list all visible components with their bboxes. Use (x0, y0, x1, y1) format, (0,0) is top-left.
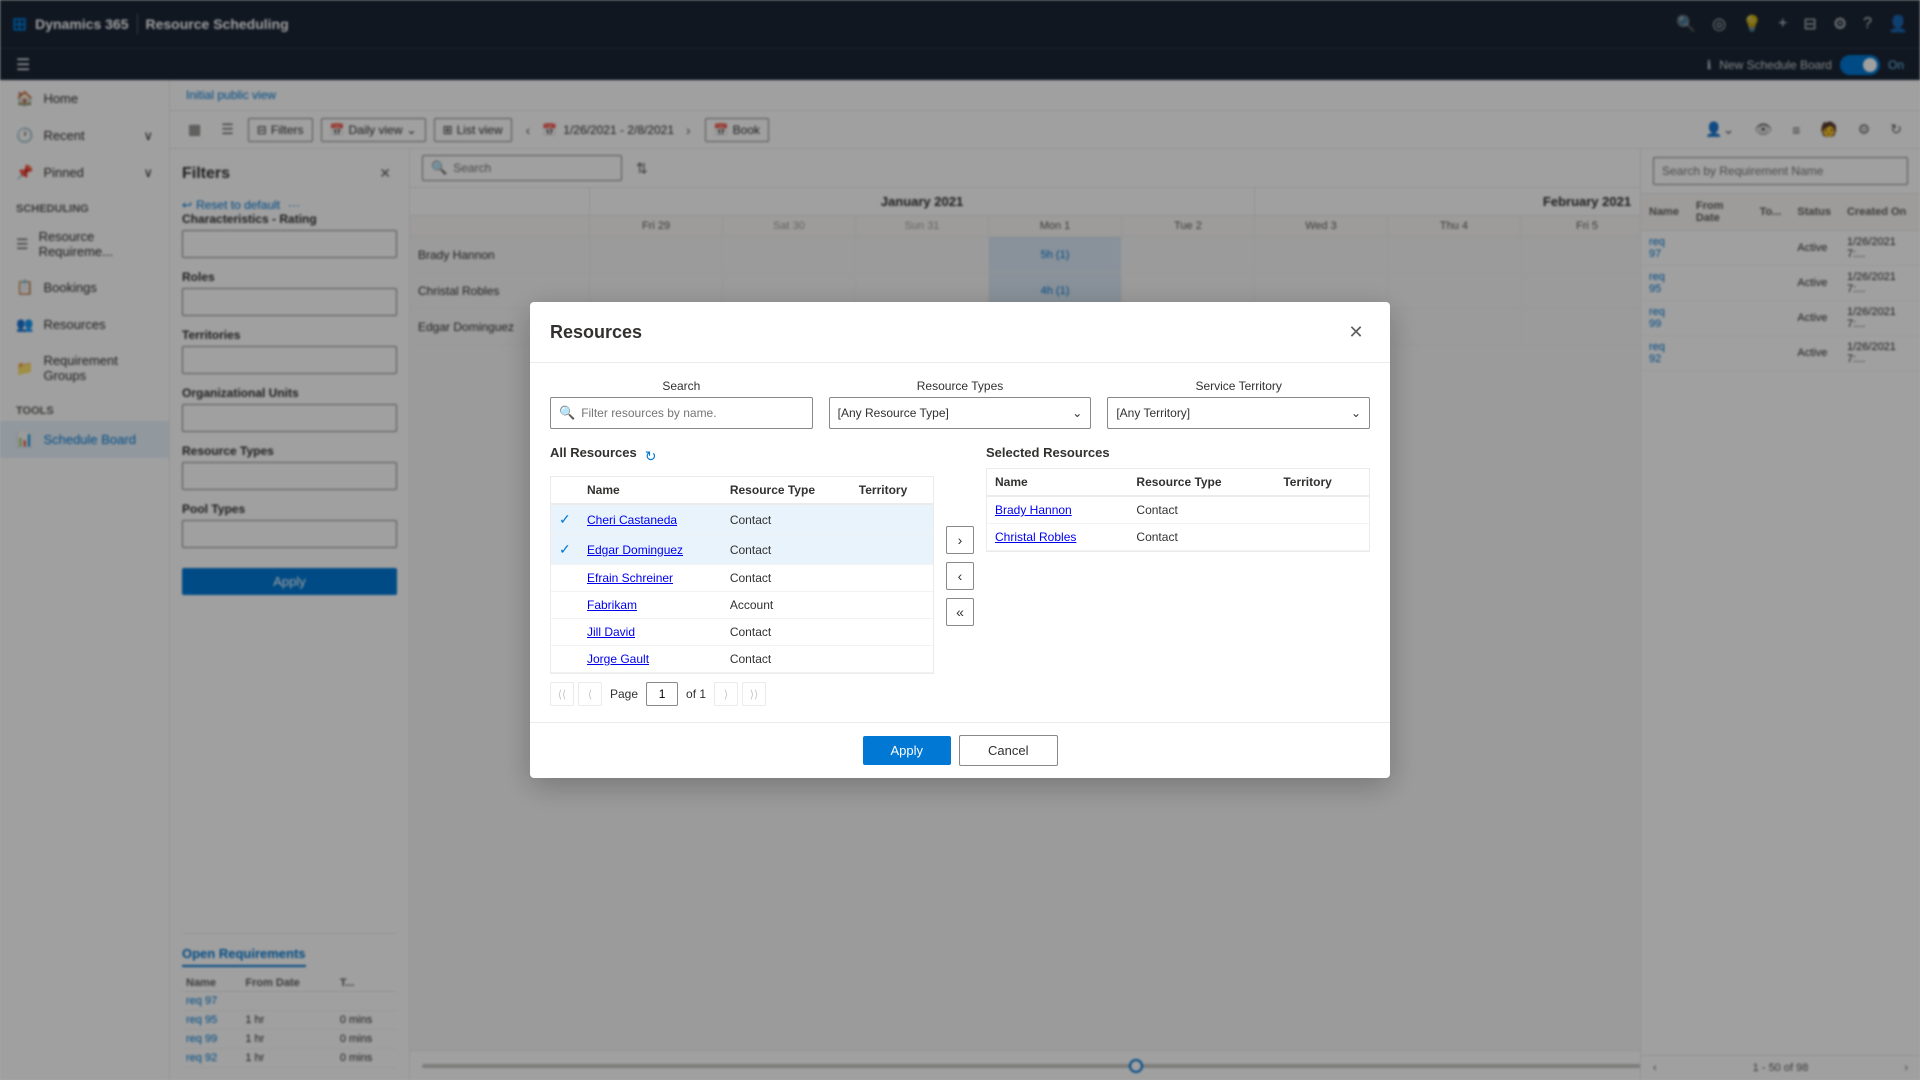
resource-type-cell: Contact (722, 646, 851, 673)
resource-territory-cell (851, 535, 933, 565)
resource-type-cell: Contact (722, 504, 851, 535)
resource-type-cell: Contact (722, 619, 851, 646)
row-check (551, 592, 579, 619)
prev-page-button[interactable]: ⟨ (578, 682, 602, 706)
sel-col-territory: Territory (1275, 469, 1369, 496)
all-resources-table: Name Resource Type Territory ✓ Cheri Cas… (551, 477, 933, 673)
row-check (551, 646, 579, 673)
page-label: Page (610, 687, 638, 701)
selected-resources-table: Name Resource Type Territory Brady Hanno… (987, 469, 1369, 551)
sel-resource-territory-cell (1275, 524, 1369, 551)
resource-types-label: Resource Types (829, 379, 1092, 393)
col-name: Name (579, 477, 722, 504)
resource-name-cell: Efrain Schreiner (579, 565, 722, 592)
selected-resources-table-scroll[interactable]: Name Resource Type Territory Brady Hanno… (986, 468, 1370, 552)
list-item[interactable]: ✓ Cheri Castaneda Contact (551, 504, 933, 535)
list-item[interactable]: ✓ Edgar Dominguez Contact (551, 535, 933, 565)
all-resources-section: All Resources ↻ Name Resource Type Terri… (550, 445, 934, 706)
checkmark-icon: ✓ (559, 511, 571, 527)
resource-type-select[interactable]: [Any Resource Type] ⌄ (829, 397, 1092, 429)
row-check: ✓ (551, 504, 579, 535)
resource-type-filter-group: Resource Types [Any Resource Type] ⌄ (829, 379, 1092, 429)
refresh-icon[interactable]: ↻ (645, 448, 657, 465)
last-page-button[interactable]: ⟩⟩ (742, 682, 766, 706)
modal-body: Search 🔍 Resource Types [Any Resource Ty… (530, 363, 1390, 722)
search-filter-input-wrapper: 🔍 (550, 397, 813, 429)
resource-name-cell: Jorge Gault (579, 646, 722, 673)
move-right-button[interactable]: › (946, 526, 974, 554)
resource-territory-cell (851, 646, 933, 673)
sel-col-name: Name (987, 469, 1128, 496)
row-check (551, 565, 579, 592)
resource-name-cell: Fabrikam (579, 592, 722, 619)
modal-close-button[interactable]: ✕ (1342, 318, 1370, 346)
row-check: ✓ (551, 535, 579, 565)
service-territory-select[interactable]: [Any Territory] ⌄ (1107, 397, 1370, 429)
resource-name-cell: Edgar Dominguez (579, 535, 722, 565)
all-resources-title: All Resources (550, 445, 637, 460)
apply-button[interactable]: Apply (863, 736, 952, 765)
all-resources-table-scroll[interactable]: Name Resource Type Territory ✓ Cheri Cas… (550, 476, 934, 674)
modal-header: Resources ✕ (530, 302, 1390, 363)
resource-type-cell: Contact (722, 535, 851, 565)
resource-territory-cell (851, 504, 933, 535)
checkmark-icon: ✓ (559, 541, 571, 557)
cancel-button[interactable]: Cancel (959, 735, 1057, 766)
chevron-down-icon-2: ⌄ (1351, 406, 1361, 420)
sel-resource-type-cell: Contact (1128, 524, 1275, 551)
resource-name-cell: Jill David (579, 619, 722, 646)
resource-territory-cell (851, 565, 933, 592)
resource-territory-cell (851, 619, 933, 646)
search-icon: 🔍 (559, 405, 575, 421)
modal-title: Resources (550, 322, 642, 343)
service-territory-label: Service Territory (1107, 379, 1370, 393)
service-territory-filter-group: Service Territory [Any Territory] ⌄ (1107, 379, 1370, 429)
resource-type-cell: Account (722, 592, 851, 619)
list-item[interactable]: Brady Hannon Contact (987, 496, 1369, 524)
modal-filter-row: Search 🔍 Resource Types [Any Resource Ty… (550, 379, 1370, 429)
list-item[interactable]: Fabrikam Account (551, 592, 933, 619)
selected-resources-section: Selected Resources Name Resource Type Te… (986, 445, 1370, 706)
resource-type-cell: Contact (722, 565, 851, 592)
modal-footer: Apply Cancel (530, 722, 1390, 778)
resources-split-area: All Resources ↻ Name Resource Type Terri… (550, 445, 1370, 706)
resource-search-input[interactable] (581, 406, 803, 420)
move-left-button[interactable]: ‹ (946, 562, 974, 590)
col-resource-type: Resource Type (722, 477, 851, 504)
transfer-controls: › ‹ « (934, 445, 986, 706)
service-territory-value: [Any Territory] (1116, 406, 1190, 420)
chevron-down-icon: ⌄ (1072, 406, 1082, 420)
first-page-button[interactable]: ⟨⟨ (550, 682, 574, 706)
search-filter-group: Search 🔍 (550, 379, 813, 429)
selected-resources-title: Selected Resources (986, 445, 1370, 460)
next-page-button[interactable]: ⟩ (714, 682, 738, 706)
list-item[interactable]: Jorge Gault Contact (551, 646, 933, 673)
resource-territory-cell (851, 592, 933, 619)
table-pagination: ⟨⟨ ⟨ Page of 1 ⟩ ⟩⟩ (550, 682, 934, 706)
page-number-input[interactable] (646, 682, 678, 706)
search-group-label: Search (550, 379, 813, 393)
sel-resource-type-cell: Contact (1128, 496, 1275, 524)
resource-name-cell: Cheri Castaneda (579, 504, 722, 535)
move-all-left-button[interactable]: « (946, 598, 974, 626)
sel-col-resource-type: Resource Type (1128, 469, 1275, 496)
row-check (551, 619, 579, 646)
list-item[interactable]: Jill David Contact (551, 619, 933, 646)
resource-type-value: [Any Resource Type] (838, 406, 949, 420)
col-check (551, 477, 579, 504)
sel-resource-name-cell: Christal Robles (987, 524, 1128, 551)
col-territory: Territory (851, 477, 933, 504)
list-item[interactable]: Efrain Schreiner Contact (551, 565, 933, 592)
page-of-label: of 1 (686, 687, 706, 701)
list-item[interactable]: Christal Robles Contact (987, 524, 1369, 551)
sel-resource-territory-cell (1275, 496, 1369, 524)
resources-modal: Resources ✕ Search 🔍 Resource Types [Any… (530, 302, 1390, 778)
sel-resource-name-cell: Brady Hannon (987, 496, 1128, 524)
